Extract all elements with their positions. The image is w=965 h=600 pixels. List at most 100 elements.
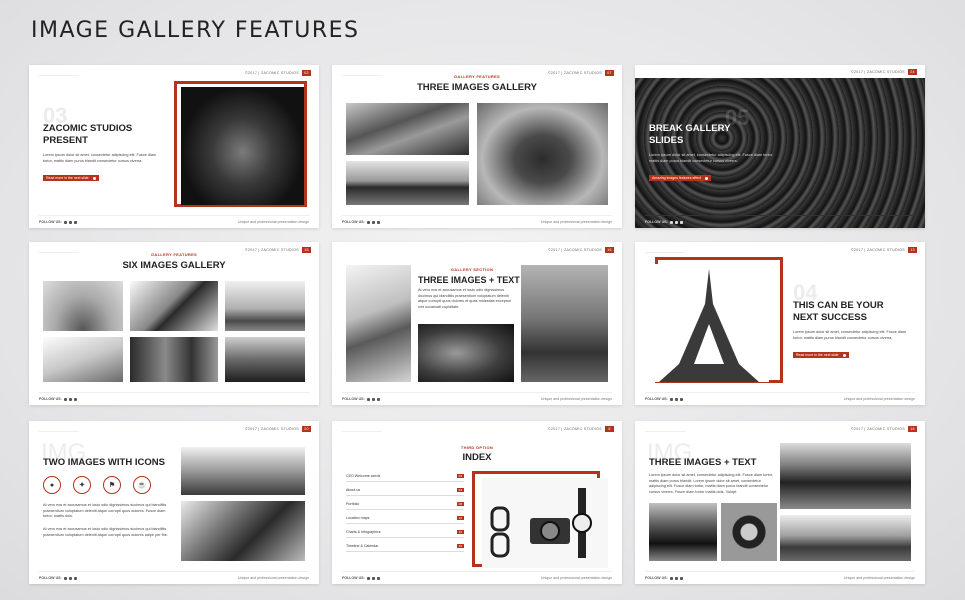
header-line [39,75,79,76]
slide-title: THREE IMAGES + TEXT [418,275,520,285]
dribbble-icon: ● [49,481,55,489]
keyhole-photo [721,503,777,561]
facebook-icon [679,220,683,224]
pier-photo [346,161,469,205]
glasses-camera-watch-photo [482,478,608,568]
slide-footer: FOLLOW US: Unique and professional presen… [39,215,309,228]
slide-header: ©2017 | ZACOMIC STUDIOS 13 [851,247,917,253]
slide-title: TWO IMAGES WITH ICONS [43,457,165,468]
highway-city-photo [521,265,608,382]
slide-break-gallery[interactable]: ©2017 | ZACOMIC STUDIOS 24 05 BREAK GALLE… [635,65,925,228]
twitter-icon [669,220,673,224]
twitter-icon [669,576,673,580]
flag-icon: ⚑ [108,482,116,489]
bell-photo [477,103,608,205]
twitter-icon [63,576,67,580]
slide-next-success[interactable]: ©2017 | ZACOMIC STUDIOS 13 04 THIS CAN BE… [635,242,925,405]
slide-title: ZACOMIC STUDIOS PRESENT [43,123,133,146]
slide-footer: FOLLOW US: Unique and professional presen… [39,571,309,584]
facebook-icon [679,397,683,401]
linkedin-icon [68,220,72,224]
slide-body: Lorem ipsum dolor sit amet, consectetur … [793,330,907,340]
slide-body: Lorem ipsum dolor sit amet, consectetur … [649,153,773,163]
facebook-icon [73,397,77,401]
linkedin-icon [674,220,678,224]
index-item[interactable]: Timeline & Calendar 19 [346,541,464,552]
coffee-icon: ☕ [137,482,147,489]
slide-footer: FOLLOW US: Unique and professional presen… [342,215,612,228]
flatlay-illustration [490,488,592,558]
circle-icon-2[interactable]: ✦ [73,476,91,494]
facebook-icon [679,576,683,580]
index-item[interactable]: CEO Welcome words 03 [346,471,464,482]
index-item[interactable]: Location maps 12 [346,513,464,524]
slide-header: ©2017 | ZACOMIC STUDIOS 02 [245,70,311,76]
slide-header: ©2017 | ZACOMIC STUDIOS 16 [548,247,614,253]
arrow-icon [92,176,96,180]
circle-icon-1[interactable]: ● [43,476,61,494]
facebook-icon [376,576,380,580]
slide-three-images-text[interactable]: ©2017 | ZACOMIC STUDIOS 16 GALLERY SECTIO… [332,242,622,405]
eiffel-tower-photo [649,264,769,382]
structure-photo [181,501,305,561]
slide-three-images-gallery[interactable]: ©2017 | ZACOMIC STUDIOS 07 GALLERY FEATUR… [332,65,622,228]
cat-photo [418,324,514,382]
person-on-log-photo [181,447,305,495]
twitter-icon [366,220,370,224]
mountains-photo [780,515,911,561]
header-line [342,431,382,432]
slide-body-2: At vero eos et accusamus et iusto odio d… [43,527,168,537]
meat-knife-photo [130,281,218,331]
section-label: GALLERY FEATURES [453,74,501,79]
index-item[interactable]: About us 04 [346,485,464,496]
pagoda-photo [780,443,911,509]
twitter-icon [366,397,370,401]
twitter-icon [366,576,370,580]
circle-icon-4[interactable]: ☕ [133,476,151,494]
slide-title: BREAK GALLERY SLIDES [649,123,731,146]
linkedin-icon [674,397,678,401]
slide-title: THIS CAN BE YOUR NEXT SUCCESS [793,300,884,323]
slide-footer: FOLLOW US: [645,215,915,228]
arrow-icon [842,353,846,357]
header-line [39,431,79,432]
street-photo [649,503,717,561]
linkedin-icon [68,397,72,401]
slide-body: Lorem ipsum dolor sit amet, consectetur … [649,473,773,494]
index-item[interactable]: Portfolio 08 [346,499,464,510]
read-more-button[interactable]: Read more in the next slide [793,352,849,358]
slide-index[interactable]: ©2017 | ZACOMIC STUDIOS 8 THIRD OPTION IN… [332,421,622,584]
amazing-images-button[interactable]: Amazing images features effect [649,175,711,181]
slide-footer: FOLLOW US: Unique and professional presen… [342,571,612,584]
slide-body: At vero eos et accusamus et iusto odio d… [418,288,512,309]
read-more-button[interactable]: Read more in the next slide [43,175,99,181]
linkedin-icon [371,397,375,401]
index-item[interactable]: Charts & Infographics 15 [346,527,464,538]
slide-three-images-text-2[interactable]: ©2017 | ZACOMIC STUDIOS 18 IMG THREE IMAG… [635,421,925,584]
facebook-icon [376,397,380,401]
linkedin-icon [371,576,375,580]
facebook-icon [73,576,77,580]
facebook-icon [73,220,77,224]
page-title: IMAGE GALLERY FEATURES [31,18,360,43]
section-label: GALLERY FEATURES [150,252,198,257]
slide-footer: FOLLOW US: Unique and professional presen… [645,571,915,584]
circle-icon-3[interactable]: ⚑ [103,476,121,494]
slide-two-images-icons[interactable]: ©2017 | ZACOMIC STUDIOS 20 IMG TWO IMAGES… [29,421,319,584]
linkedin-icon [371,220,375,224]
slide-six-images-gallery[interactable]: ©2017 | ZACOMIC STUDIOS 15 GALLERY FEATUR… [29,242,319,405]
twitter-icon [63,397,67,401]
slide-body-1: At vero eos et accusamus et iusto odio d… [43,503,167,519]
slide-zacomic-present[interactable]: ©2017 | ZACOMIC STUDIOS 02 03 ZACOMIC STU… [29,65,319,228]
slide-header: ©2017 | ZACOMIC STUDIOS 24 [635,65,925,78]
eiffel-tower-illustration [659,269,759,382]
slide-title: THREE IMAGES + TEXT [649,457,757,468]
facebook-icon [376,220,380,224]
slide-footer: FOLLOW US: Unique and professional presen… [645,392,915,405]
city-fisheye-photo [43,281,123,331]
bench-photo [225,281,305,331]
section-label: THIRD OPTION [460,445,494,450]
slide-title: THREE IMAGES GALLERY [417,82,537,93]
slide-title: SIX IMAGES GALLERY [122,260,226,271]
slide-header: ©2017 | ZACOMIC STUDIOS 20 [245,426,311,432]
